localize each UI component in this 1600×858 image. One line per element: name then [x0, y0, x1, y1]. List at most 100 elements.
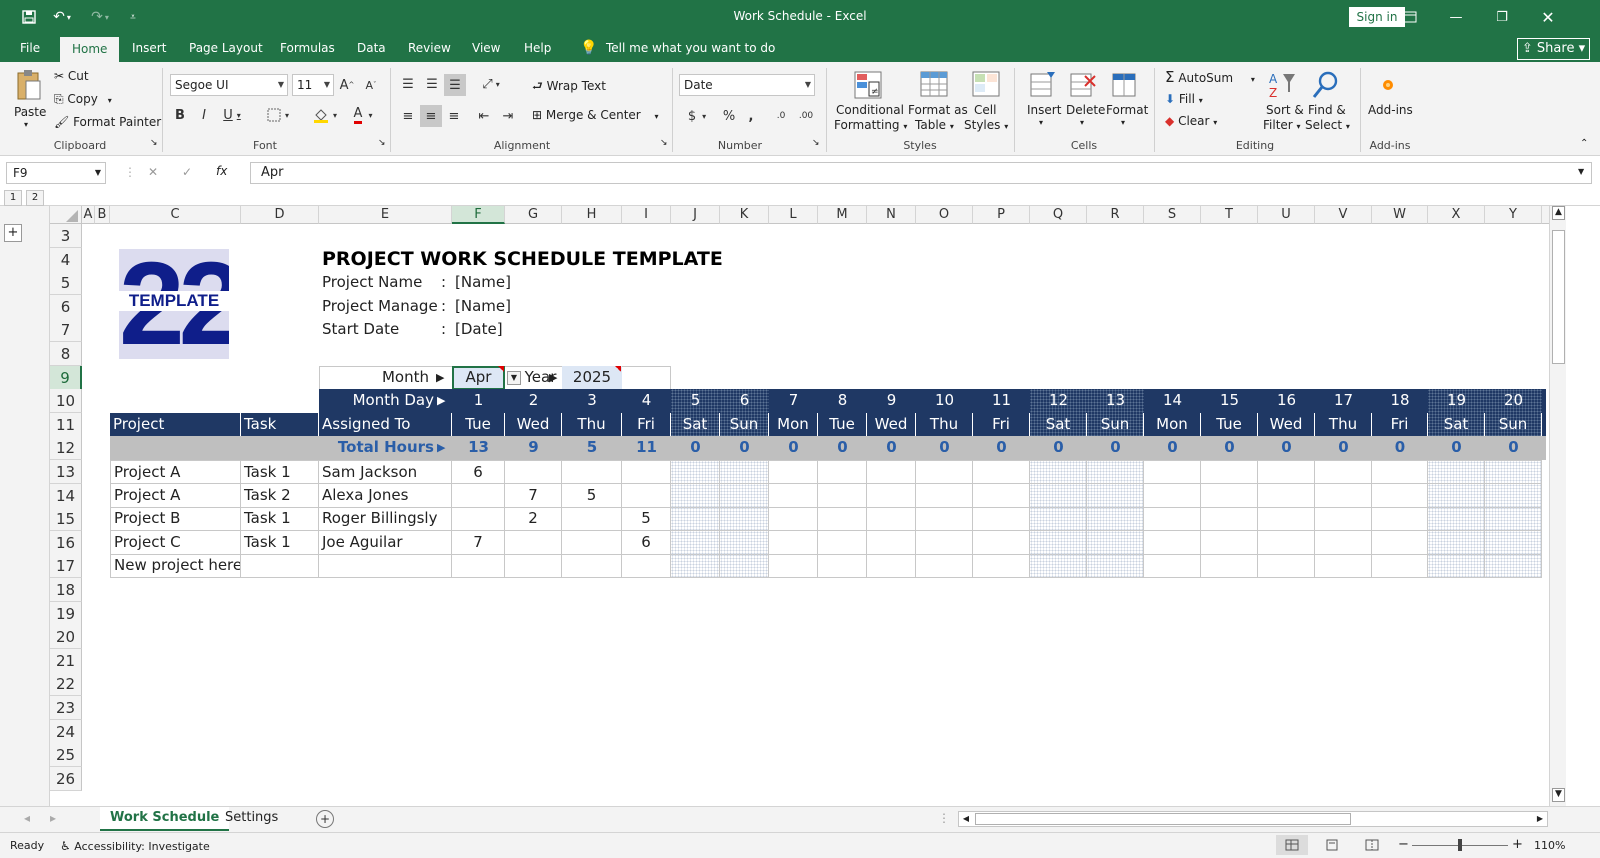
assigned-cell[interactable]: Sam Jackson: [319, 460, 452, 484]
info-value[interactable]: [Name]: [455, 295, 575, 319]
tab-page-layout[interactable]: Page Layout: [187, 34, 265, 62]
font-launcher-icon[interactable]: ↘: [378, 138, 386, 148]
row-header-5[interactable]: 5: [50, 271, 82, 296]
hours-cell[interactable]: [973, 530, 1030, 555]
align-bottom-icon[interactable]: ☰: [444, 74, 466, 96]
hours-cell[interactable]: [1258, 530, 1315, 555]
styles-button-label[interactable]: Styles ▾: [964, 118, 1008, 132]
task-cell[interactable]: [241, 554, 319, 579]
project-cell[interactable]: Project B: [110, 507, 241, 532]
tab-file[interactable]: File: [18, 34, 42, 62]
page-break-view-icon[interactable]: [1360, 835, 1384, 855]
formatting-label[interactable]: Formatting ▾: [834, 118, 907, 132]
column-header-d[interactable]: D: [241, 206, 319, 224]
format-cells-icon[interactable]: [1110, 68, 1140, 102]
hours-cell[interactable]: [720, 460, 769, 484]
hours-cell[interactable]: [1372, 483, 1428, 508]
hours-cell[interactable]: [1428, 483, 1485, 508]
year-value-cell[interactable]: 2025: [562, 365, 622, 390]
orientation-icon[interactable]: ⤢ ▾: [476, 74, 506, 94]
paste-label[interactable]: Paste: [14, 105, 46, 119]
format-dropdown-icon[interactable]: ▾: [1121, 118, 1125, 127]
row-header-10[interactable]: 10: [50, 389, 82, 414]
accessibility-status[interactable]: ♿ Accessibility: Investigate: [60, 839, 210, 853]
comma-icon[interactable]: ,: [744, 106, 758, 126]
column-header-m[interactable]: M: [818, 206, 867, 224]
column-header-k[interactable]: K: [720, 206, 769, 224]
outline-expand-button[interactable]: +: [4, 224, 22, 242]
align-left-icon[interactable]: ≡: [398, 106, 418, 126]
column-header-g[interactable]: G: [505, 206, 562, 224]
restore-icon[interactable]: ❐: [1479, 0, 1525, 34]
task-cell[interactable]: Task 2: [241, 483, 319, 508]
sheet-tab-settings[interactable]: Settings: [215, 807, 288, 831]
hours-cell[interactable]: [867, 507, 916, 532]
column-header-x[interactable]: X: [1428, 206, 1485, 224]
day-number[interactable]: 18: [1372, 389, 1428, 414]
hours-cell[interactable]: [1201, 554, 1258, 579]
row-header-25[interactable]: 25: [50, 743, 82, 768]
day-number[interactable]: 4: [622, 389, 671, 414]
hours-cell[interactable]: 5: [562, 483, 622, 508]
select-label[interactable]: Select ▾: [1305, 118, 1350, 132]
hours-cell[interactable]: [1087, 507, 1144, 532]
sort-label[interactable]: Sort &: [1266, 103, 1304, 117]
delete-cells-icon[interactable]: [1068, 68, 1098, 102]
hours-cell[interactable]: [769, 483, 818, 508]
task-cell[interactable]: Task 1: [241, 507, 319, 532]
day-number[interactable]: 13: [1087, 389, 1144, 414]
filter-label[interactable]: Filter ▾: [1263, 118, 1301, 132]
hours-cell[interactable]: [671, 530, 720, 555]
schedule-title[interactable]: PROJECT WORK SCHEDULE TEMPLATE: [319, 248, 1030, 272]
hours-cell[interactable]: [818, 554, 867, 579]
number-launcher-icon[interactable]: ↘: [812, 138, 820, 148]
hours-cell[interactable]: [867, 460, 916, 484]
increase-indent-icon[interactable]: ⇥: [498, 106, 518, 126]
hours-cell[interactable]: [769, 460, 818, 484]
format-as-table-icon[interactable]: [918, 68, 950, 102]
hours-cell[interactable]: [1428, 554, 1485, 579]
add-ins-icon[interactable]: [1372, 68, 1404, 102]
info-value[interactable]: [Date]: [455, 318, 575, 342]
column-header-c[interactable]: C: [110, 206, 241, 224]
row-header-15[interactable]: 15: [50, 507, 82, 532]
close-icon[interactable]: ✕: [1525, 0, 1571, 34]
clipboard-launcher-icon[interactable]: ↘: [150, 138, 158, 148]
hours-cell[interactable]: [1201, 483, 1258, 508]
hours-cell[interactable]: [671, 554, 720, 579]
align-center-icon[interactable]: ≡: [420, 105, 442, 127]
hours-cell[interactable]: [1428, 530, 1485, 555]
column-header-v[interactable]: V: [1315, 206, 1372, 224]
fill-button[interactable]: ⬇ Fill ▾: [1165, 92, 1203, 106]
row-header-12[interactable]: 12: [50, 436, 82, 461]
minimize-icon[interactable]: —: [1433, 0, 1479, 34]
scroll-up-icon[interactable]: ▲: [1552, 206, 1565, 220]
row-header-17[interactable]: 17: [50, 554, 82, 579]
fill-color-icon[interactable]: ▾: [308, 106, 342, 124]
hours-cell[interactable]: 6: [452, 460, 505, 484]
hours-cell[interactable]: [1315, 554, 1372, 579]
row-header-21[interactable]: 21: [50, 648, 82, 673]
alignment-launcher-icon[interactable]: ↘: [660, 138, 668, 148]
row-header-9[interactable]: 9: [50, 365, 82, 390]
hours-cell[interactable]: [1372, 554, 1428, 579]
next-sheet-icon[interactable]: ▸: [50, 811, 56, 825]
hours-cell[interactable]: [973, 554, 1030, 579]
paste-icon[interactable]: [12, 68, 44, 104]
hours-cell[interactable]: [973, 460, 1030, 484]
row-header-20[interactable]: 20: [50, 625, 82, 650]
borders-icon[interactable]: ▾: [262, 106, 294, 124]
font-size-combo[interactable]: 11 ▼: [292, 74, 334, 96]
hours-cell[interactable]: [505, 554, 562, 579]
column-header-t[interactable]: T: [1201, 206, 1258, 224]
hours-cell[interactable]: [452, 554, 505, 579]
hours-cell[interactable]: [1315, 460, 1372, 484]
tab-formulas[interactable]: Formulas: [278, 34, 337, 62]
prev-sheet-icon[interactable]: ◂: [24, 811, 30, 825]
hours-cell[interactable]: [1485, 507, 1542, 532]
hours-cell[interactable]: [622, 460, 671, 484]
increase-font-icon[interactable]: A ^: [338, 76, 356, 94]
scroll-down-icon[interactable]: ▼: [1552, 788, 1565, 802]
hours-cell[interactable]: [720, 483, 769, 508]
column-header-j[interactable]: J: [671, 206, 720, 224]
